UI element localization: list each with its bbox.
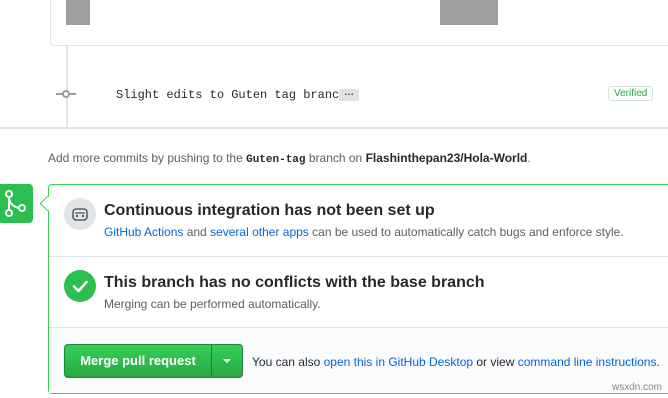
- commit-message-link[interactable]: Slight edits to Guten tag branch: [116, 88, 346, 102]
- image-placeholder-right: [440, 0, 498, 25]
- push-note-prefix: Add more commits by pushing to the: [48, 151, 247, 165]
- timeline-line: [66, 46, 68, 128]
- timeline-divider: [0, 127, 668, 129]
- push-note: Add more commits by pushing to the Guten…: [48, 151, 531, 166]
- merge-pull-request-button[interactable]: Merge pull request: [64, 344, 211, 378]
- alt-prefix: You can also: [252, 355, 324, 369]
- previous-card: [50, 0, 668, 46]
- commit-icon: [62, 90, 70, 98]
- caret-down-icon: [223, 359, 231, 363]
- alt-suffix: .: [656, 355, 660, 369]
- merge-options-dropdown[interactable]: [211, 344, 243, 378]
- repo-name: Flashinthepan23/Hola-World: [365, 151, 528, 165]
- row-separator: [49, 256, 668, 257]
- commit-icon-line-right: [70, 93, 76, 95]
- no-conflicts-title: This branch has no conflicts with the ba…: [104, 274, 485, 291]
- open-github-desktop-link[interactable]: open this in GitHub Desktop: [324, 355, 473, 369]
- git-merge-icon: [0, 184, 33, 223]
- command-line-instructions-link[interactable]: command line instructions: [518, 355, 657, 369]
- ci-and: and: [183, 225, 211, 239]
- image-placeholder-left: [66, 0, 90, 25]
- ci-rest: can be used to automatically catch bugs …: [308, 225, 624, 239]
- alt-middle: or view: [473, 355, 518, 369]
- push-note-middle: branch on: [305, 151, 366, 165]
- robot-icon: [64, 198, 96, 230]
- expand-commit-button[interactable]: …: [339, 88, 359, 101]
- other-apps-link[interactable]: several other apps: [210, 225, 309, 239]
- check-icon: [64, 270, 96, 302]
- ci-title: Continuous integration has not been set …: [104, 202, 435, 219]
- ci-description: GitHub Actions and several other apps ca…: [104, 225, 624, 239]
- push-note-suffix: .: [527, 151, 531, 165]
- no-conflicts-description: Merging can be performed automatically.: [104, 297, 321, 311]
- branch-name: Guten-tag: [246, 154, 306, 166]
- github-actions-link[interactable]: GitHub Actions: [104, 225, 183, 239]
- verified-badge[interactable]: Verified: [608, 86, 654, 101]
- alternative-options-note: You can also open this in GitHub Desktop…: [252, 355, 660, 369]
- watermark: wsxdn.com: [612, 382, 663, 393]
